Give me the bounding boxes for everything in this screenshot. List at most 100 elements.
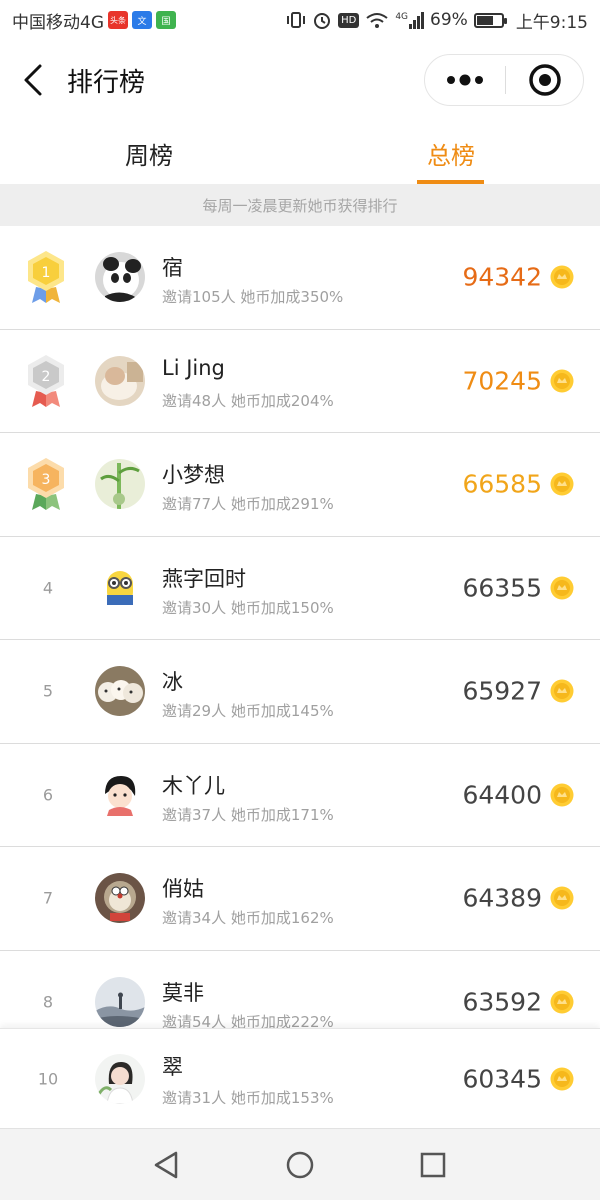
status-bar-left: 中国移动4G 头条 文 国 (12, 8, 176, 33)
list-item[interactable]: 1 宿 邀请105人 她币加成350% 94342 (0, 226, 600, 330)
mini-program-capsule (424, 54, 584, 106)
list-item[interactable]: 3 小梦想 邀请77人 她币加成291% 66585 (0, 433, 600, 537)
system-home-button[interactable] (282, 1147, 318, 1183)
avatar (95, 252, 145, 303)
silver-medal-icon: 2 (28, 354, 64, 407)
system-back-button[interactable] (148, 1147, 184, 1183)
rank-number: 5 (42, 681, 54, 701)
coin-icon (550, 472, 574, 496)
user-name: 小梦想 (162, 463, 225, 487)
signal-icon: 4G (395, 11, 425, 29)
avatar (95, 355, 145, 406)
coin-icon (550, 576, 574, 600)
invite-bonus-text: 邀请31人 她币加成153% (162, 1089, 334, 1107)
rank-number: 7 (42, 888, 54, 908)
user-name: 宿 (162, 256, 183, 280)
bronze-medal-icon: 3 (28, 458, 64, 511)
user-name: 冰 (162, 670, 183, 694)
my-rank-row[interactable]: 10 翠 邀请31人 她币加成153% 60345 (0, 1028, 600, 1128)
tab-total[interactable]: 总榜 (427, 136, 475, 171)
battery-icon (473, 12, 507, 28)
avatar (95, 769, 145, 820)
coin-score: 66355 (462, 573, 542, 603)
svg-text:3: 3 (42, 472, 51, 488)
square-recent-icon (420, 1152, 446, 1178)
avatar (95, 459, 145, 510)
user-name: Li Jing (162, 355, 225, 380)
coin-icon (550, 886, 574, 910)
avatar (95, 562, 145, 613)
battery-level (476, 15, 494, 25)
avatar (95, 976, 145, 1027)
news-app-icon: 头条 (108, 11, 128, 29)
system-recent-button[interactable] (415, 1147, 451, 1183)
ranking-list: 1 宿 邀请105人 她币加成350% 94342 2 Li Jing 邀请48… (0, 226, 600, 1054)
alarm-icon (314, 13, 331, 29)
user-name: 翠 (162, 1055, 183, 1079)
cat-avatar-icon (95, 355, 145, 406)
circle-home-icon (286, 1151, 314, 1179)
coin-score: 94342 (462, 262, 542, 292)
coin-icon (550, 783, 574, 807)
rank-number: 4 (42, 578, 54, 598)
close-button[interactable] (506, 55, 583, 105)
update-notice: 每周一凌晨更新她币获得排行 (0, 184, 600, 226)
title-bar: 排行榜 (0, 40, 600, 122)
coin-score: 70245 (462, 366, 542, 396)
list-item[interactable]: 4 燕字回时 邀请30人 她币加成150% 66355 (0, 536, 600, 640)
clock: 上午9:15 (515, 12, 588, 33)
invite-bonus-text: 邀请29人 她币加成145% (162, 702, 334, 720)
vibrate-icon (287, 12, 306, 28)
doraemon-avatar-icon (95, 873, 145, 924)
landscape-avatar-icon (95, 976, 145, 1027)
user-name: 莫非 (162, 980, 204, 1005)
user-name: 木丫儿 (162, 773, 225, 798)
invite-bonus-text: 邀请34人 她币加成162% (162, 909, 334, 927)
list-item[interactable]: 5 冰 邀请29人 她币加成145% 65927 (0, 640, 600, 744)
back-arrow-icon (24, 64, 42, 96)
avatar (95, 873, 145, 924)
tab-weekly[interactable]: 周榜 (125, 136, 173, 171)
more-button[interactable] (425, 55, 505, 105)
coin-score: 66585 (462, 469, 542, 499)
list-item[interactable]: 2 Li Jing 邀请48人 她币加成204% 70245 (0, 329, 600, 433)
more-dots-icon (447, 74, 483, 86)
carrier-label: 中国移动4G (12, 12, 104, 33)
bamboo-avatar-icon (95, 459, 145, 510)
coin-score: 63592 (462, 987, 542, 1017)
coin-icon (550, 1067, 574, 1090)
coin-score: 60345 (462, 1064, 542, 1093)
list-item[interactable]: 6 木丫儿 邀请37人 她币加成171% 64400 (0, 743, 600, 847)
user-name: 俏姑 (162, 877, 204, 901)
avatar (95, 666, 145, 717)
gold-medal-icon: 1 (28, 251, 64, 304)
target-close-icon (528, 64, 561, 96)
back-button[interactable] (20, 62, 50, 98)
text-app-icon: 文 (132, 11, 152, 29)
system-nav-bar (0, 1128, 600, 1200)
cartoon-girl-avatar-icon (95, 769, 145, 820)
invite-bonus-text: 邀请37人 她币加成171% (162, 805, 334, 824)
invite-bonus-text: 邀请48人 她币加成204% (162, 391, 334, 410)
minion-avatar-icon (95, 562, 145, 613)
svg-text:2: 2 (42, 369, 51, 385)
page-title: 排行榜 (67, 68, 146, 98)
user-name: 燕字回时 (162, 566, 246, 591)
coin-score: 65927 (462, 676, 542, 706)
hd-icon: HD (338, 12, 360, 28)
coin-score: 64400 (462, 780, 542, 810)
coin-icon (550, 265, 574, 289)
rank-number: 6 (42, 785, 54, 805)
invite-bonus-text: 邀请77人 她币加成291% (162, 495, 334, 513)
avatar (95, 1053, 145, 1104)
wifi-icon (366, 13, 388, 28)
status-bar: 中国移动4G 头条 文 国 HD 4G 69% 上午9:15 (0, 0, 600, 40)
coin-score: 64389 (462, 883, 542, 913)
coin-icon (550, 679, 574, 703)
status-bar-right: HD 4G 69% 上午9:15 (286, 8, 588, 33)
rank-number: 10 (37, 1069, 59, 1088)
puppies-avatar-icon (95, 666, 145, 717)
coin-icon (550, 990, 574, 1014)
invite-bonus-text: 邀请105人 她币加成350% (162, 288, 344, 306)
list-item[interactable]: 7 俏姑 邀请34人 她币加成162% 64389 (0, 847, 600, 951)
